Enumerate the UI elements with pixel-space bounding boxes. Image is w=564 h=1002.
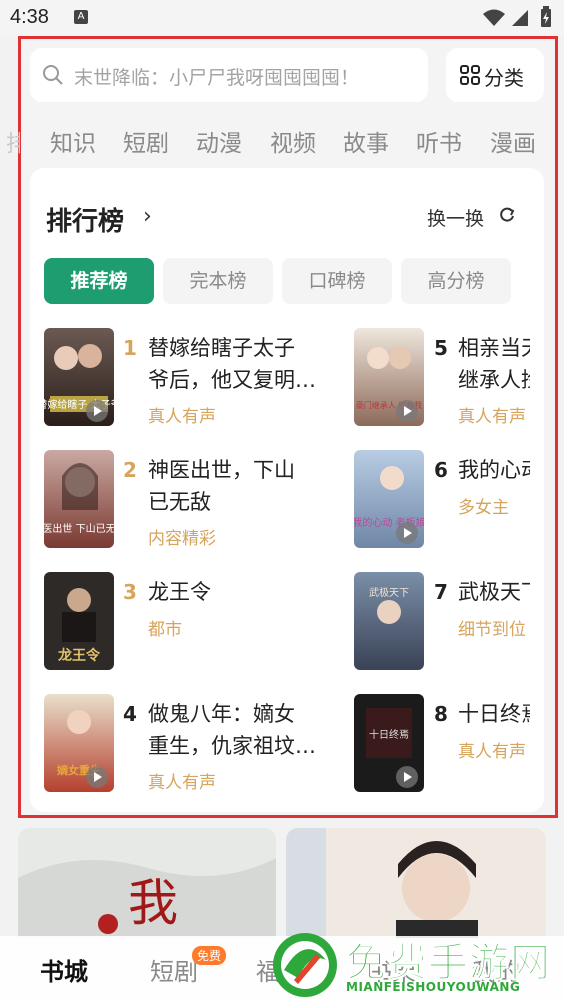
- banner-right[interactable]: [286, 828, 546, 938]
- book-title[interactable]: 相亲当天继承人捡: [458, 332, 530, 396]
- cover-text: 神医出世 下山已无敌: [44, 522, 114, 535]
- book-cover[interactable]: 武极天下: [354, 572, 424, 670]
- book-tag: 多女主: [458, 498, 509, 518]
- wifi-icon: [483, 9, 505, 26]
- pill-recommended[interactable]: 推荐榜: [44, 258, 154, 304]
- grid-icon: [460, 65, 480, 85]
- cover-text: 十日终焉: [369, 728, 409, 741]
- chevron-right-icon[interactable]: ›: [143, 204, 152, 229]
- tab-short-drama[interactable]: 短剧: [123, 124, 169, 158]
- cover-text: 龙王令: [57, 647, 101, 664]
- book-cover[interactable]: 替嫁给瞎子 太子爷: [44, 328, 114, 426]
- book-title[interactable]: 十日终焉: [458, 698, 530, 730]
- battery-icon: [541, 6, 551, 27]
- book-tag: 真人有声: [458, 407, 526, 427]
- rank-number: 6: [434, 458, 448, 482]
- tab-audiobook[interactable]: 听书: [416, 124, 462, 158]
- free-badge: 免费: [192, 946, 227, 965]
- ranking-right-column: 豪门继承人 拉着我 5 相亲当天继承人捡 真人有声 我的心动 老板娘 6 我的心…: [354, 320, 530, 810]
- rank-number: 2: [123, 458, 137, 482]
- banner-text: 我: [128, 874, 178, 932]
- book-title[interactable]: 我的心动: [458, 454, 530, 486]
- play-icon[interactable]: [396, 522, 418, 544]
- book-title[interactable]: 武极天下: [458, 576, 530, 608]
- nav-short-drama[interactable]: 短剧: [150, 952, 198, 987]
- watermark-logo-icon: [273, 933, 337, 997]
- book-cover[interactable]: 我的心动 老板娘: [354, 450, 424, 548]
- tab-cutoff: 排: [6, 131, 20, 157]
- book-title[interactable]: 神医出世，下山 已无敌: [148, 454, 295, 518]
- tab-story[interactable]: 故事: [343, 124, 389, 158]
- play-icon[interactable]: [86, 766, 108, 788]
- rank-number: 3: [123, 580, 137, 604]
- banner-left[interactable]: 我: [18, 828, 276, 938]
- play-icon[interactable]: [396, 400, 418, 422]
- tab-anime[interactable]: 动漫: [196, 124, 242, 158]
- refresh-icon[interactable]: [498, 206, 516, 224]
- notification-icon: A: [74, 10, 88, 24]
- book-cover[interactable]: 神医出世 下山已无敌: [44, 450, 114, 548]
- rank-number: 1: [123, 336, 137, 360]
- search-input[interactable]: 末世降临：小尸尸我呀囤囤囤囤！: [74, 63, 359, 90]
- rank-number: 4: [123, 702, 137, 726]
- book-tag: 内容精彩: [148, 529, 216, 549]
- watermark-subtext: MIANFEISHOUYOUWANG: [346, 980, 521, 994]
- rank-number: 8: [434, 702, 448, 726]
- book-tag: 真人有声: [458, 742, 526, 762]
- book-title[interactable]: 替嫁给瞎子太子 爷后，他又复明…: [148, 332, 316, 396]
- book-cover[interactable]: 龙王令: [44, 572, 114, 670]
- book-cover[interactable]: 豪门继承人 拉着我: [354, 328, 424, 426]
- pill-reputation[interactable]: 口碑榜: [282, 258, 392, 304]
- book-tag: 细节到位: [458, 620, 526, 640]
- pill-completed[interactable]: 完本榜: [163, 258, 273, 304]
- book-tag: 真人有声: [148, 407, 216, 427]
- cover-text: 武极天下: [369, 586, 409, 599]
- tab-comic[interactable]: 漫画: [490, 124, 536, 158]
- refresh-button[interactable]: 换一换: [427, 204, 484, 231]
- book-cover[interactable]: 十日终焉: [354, 694, 424, 792]
- book-cover[interactable]: 嫡女重生: [44, 694, 114, 792]
- play-icon[interactable]: [396, 766, 418, 788]
- category-button-label: 分类: [484, 66, 524, 90]
- rank-number: 7: [434, 580, 448, 604]
- pill-high-score[interactable]: 高分榜: [401, 258, 511, 304]
- book-tag: 真人有声: [148, 773, 216, 793]
- book-title[interactable]: 龙王令: [148, 576, 211, 608]
- ranking-title[interactable]: 排行榜: [46, 201, 124, 238]
- book-title[interactable]: 做鬼八年：嫡女 重生，仇家祖坟…: [148, 698, 316, 762]
- tab-video[interactable]: 视频: [270, 124, 316, 158]
- rank-number: 5: [434, 336, 448, 360]
- nav-bookstore[interactable]: 书城: [40, 952, 88, 987]
- signal-icon: [512, 10, 528, 26]
- play-icon[interactable]: [86, 400, 108, 422]
- book-tag: 都市: [148, 620, 182, 640]
- search-icon: [43, 65, 63, 85]
- status-time: 4:38: [10, 6, 49, 28]
- tab-knowledge[interactable]: 知识: [50, 124, 96, 158]
